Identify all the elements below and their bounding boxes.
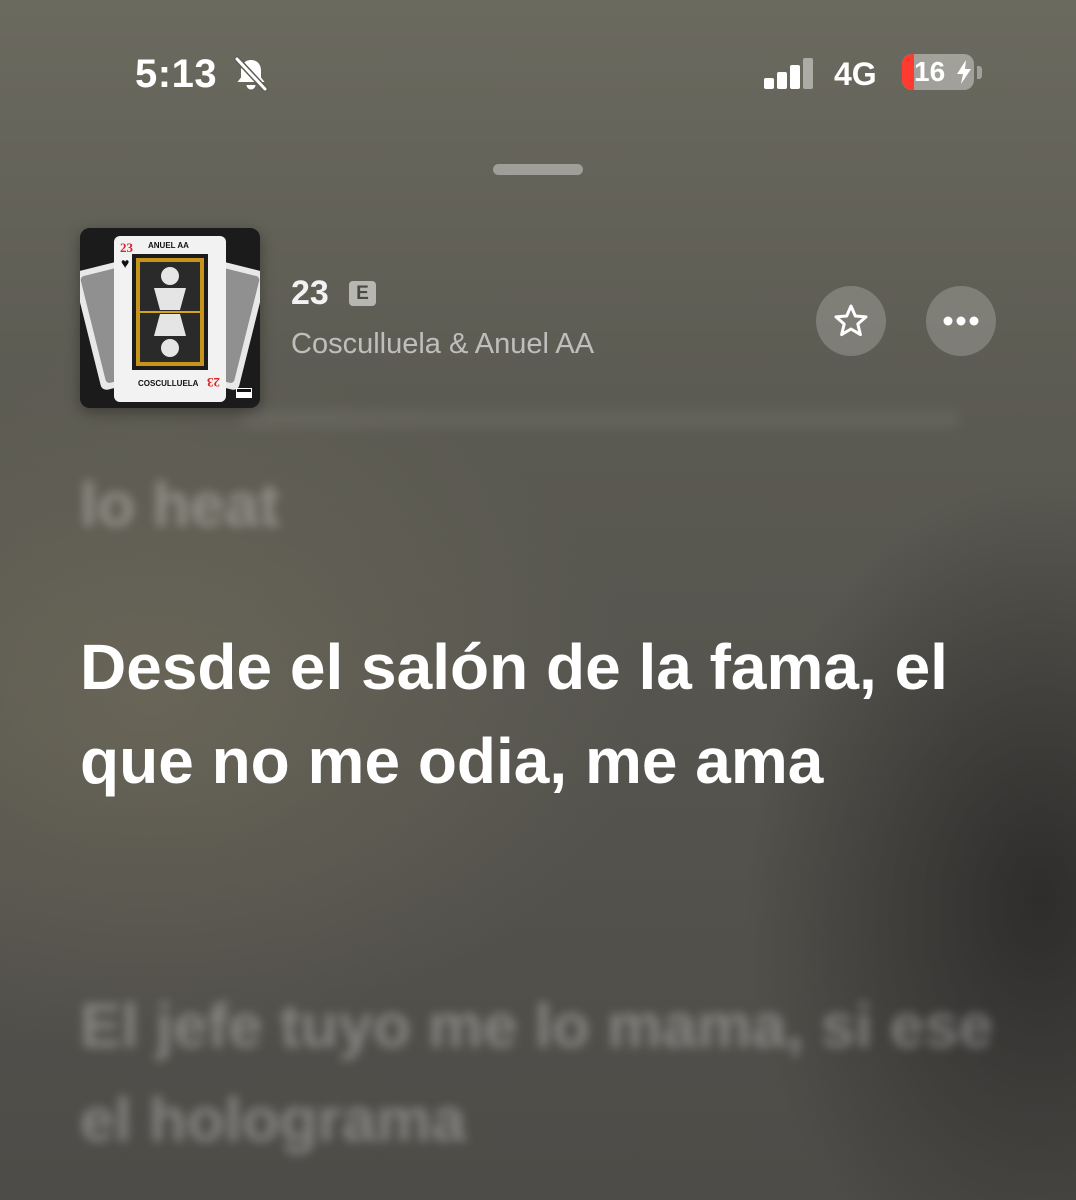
status-bar: 5:13 4G 16 (0, 0, 1076, 150)
battery-cap (977, 66, 982, 79)
track-title[interactable]: 23 (291, 274, 329, 313)
album-artwork[interactable]: 23 ♥ ANUEL AA COSCULLUELA 23 (80, 228, 260, 408)
battery-level: 16 (914, 56, 946, 87)
lyric-faded-hint (240, 410, 960, 428)
star-icon (834, 304, 868, 337)
ellipsis-icon (943, 316, 979, 326)
lyric-next-line[interactable]: El jefe tuyo me lo mama, si ese el holog… (80, 980, 1020, 1168)
sheet-grabber[interactable] (493, 164, 583, 175)
track-artist[interactable]: Cosculluela & Anuel AA (291, 328, 594, 361)
battery-charging-icon: 16 (902, 54, 974, 90)
explicit-badge: E (349, 281, 376, 306)
artwork-top-text: ANUEL AA (148, 241, 189, 250)
favorite-button[interactable] (816, 286, 886, 356)
cellular-signal-icon (764, 57, 814, 89)
more-button[interactable] (926, 286, 996, 356)
artwork-number-top: 23 (120, 240, 134, 255)
status-time: 5:13 (135, 52, 218, 96)
bell-slash-icon (234, 56, 268, 92)
svg-text:♥: ♥ (121, 255, 129, 271)
lyric-current-line[interactable]: Desde el salón de la fama, el que no me … (80, 620, 1020, 808)
lyric-previous-line[interactable]: lo heat (80, 470, 280, 542)
network-type: 4G (834, 56, 877, 92)
svg-text:23: 23 (207, 375, 221, 390)
artwork-bottom-text: COSCULLUELA (138, 379, 199, 388)
charging-bolt-icon (957, 60, 971, 84)
